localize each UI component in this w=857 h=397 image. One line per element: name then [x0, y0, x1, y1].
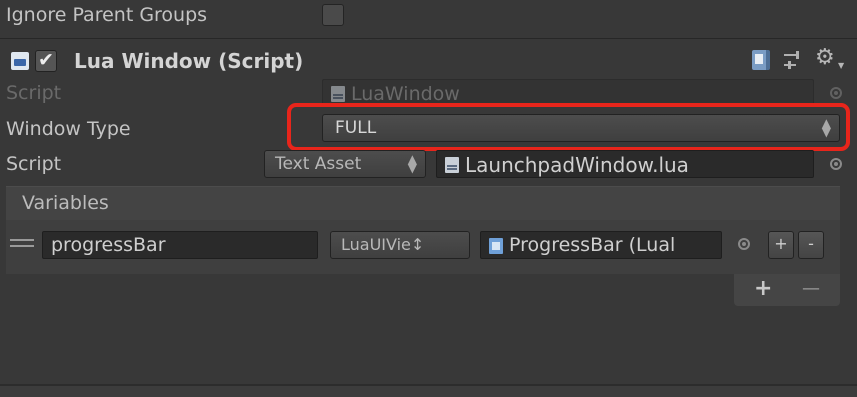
component-header: ✔ Lua Window (Script) ⚙ ▼ — [0, 39, 857, 79]
ignore-parent-groups-label: Ignore Parent Groups — [6, 4, 208, 26]
variable-row: progressBar LuaUIVie↕ ProgressBar (Lual … — [6, 220, 840, 274]
variable-value: ProgressBar (Lual — [509, 234, 676, 256]
component-enabled-checkbox[interactable]: ✔ — [35, 50, 57, 72]
next-component-strip — [0, 386, 857, 397]
list-add-button[interactable]: + — [754, 278, 772, 300]
variable-type-value: LuaUIVie↕ — [341, 235, 425, 254]
chevron-updown-icon: ▲ ▼ — [407, 152, 417, 175]
drag-handle-icon[interactable] — [10, 239, 34, 241]
script-label: Script — [6, 82, 62, 104]
variable-name-value: progressBar — [51, 234, 166, 256]
cs-script-icon — [11, 52, 29, 70]
list-footer: + — — [734, 274, 840, 306]
window-type-label: Window Type — [6, 118, 131, 140]
variable-remove-button[interactable]: - — [798, 231, 824, 259]
list-remove-button[interactable]: — — [802, 280, 820, 298]
variables-header-label: Variables — [22, 192, 109, 214]
lua-file-icon — [445, 157, 459, 173]
ignore-parent-groups-checkbox[interactable] — [322, 4, 344, 26]
script-file-icon — [331, 86, 345, 102]
sliders-icon[interactable] — [784, 51, 802, 69]
variables-header: Variables — [6, 186, 840, 220]
lua-script-type-dropdown[interactable]: Text Asset ▲ ▼ — [264, 150, 426, 178]
gear-icon[interactable]: ⚙ — [815, 47, 835, 69]
progressbar-object-icon — [489, 238, 503, 254]
help-book-icon[interactable] — [752, 50, 770, 70]
lua-script-type-value: Text Asset — [275, 154, 362, 174]
variable-add-button[interactable]: + — [768, 231, 794, 259]
lua-script-picker-icon[interactable] — [830, 158, 842, 170]
lua-script-file-value: LaunchpadWindow.lua — [465, 153, 689, 177]
lua-script-file-field[interactable]: LaunchpadWindow.lua — [436, 150, 814, 178]
variable-name-field[interactable]: progressBar — [42, 231, 318, 259]
variable-type-dropdown[interactable]: LuaUIVie↕ — [330, 231, 470, 259]
variables-list: progressBar LuaUIVie↕ ProgressBar (Lual … — [6, 220, 840, 274]
variable-value-picker-icon[interactable] — [738, 238, 750, 250]
window-type-highlight — [287, 103, 850, 151]
script-picker-icon — [830, 87, 842, 99]
component-title: Lua Window (Script) — [74, 49, 304, 73]
lua-script-label: Script — [6, 153, 62, 175]
variable-value-field[interactable]: ProgressBar (Lual — [480, 231, 722, 259]
gear-dropdown-arrow: ▼ — [838, 61, 845, 70]
script-value: LuaWindow — [351, 83, 460, 105]
